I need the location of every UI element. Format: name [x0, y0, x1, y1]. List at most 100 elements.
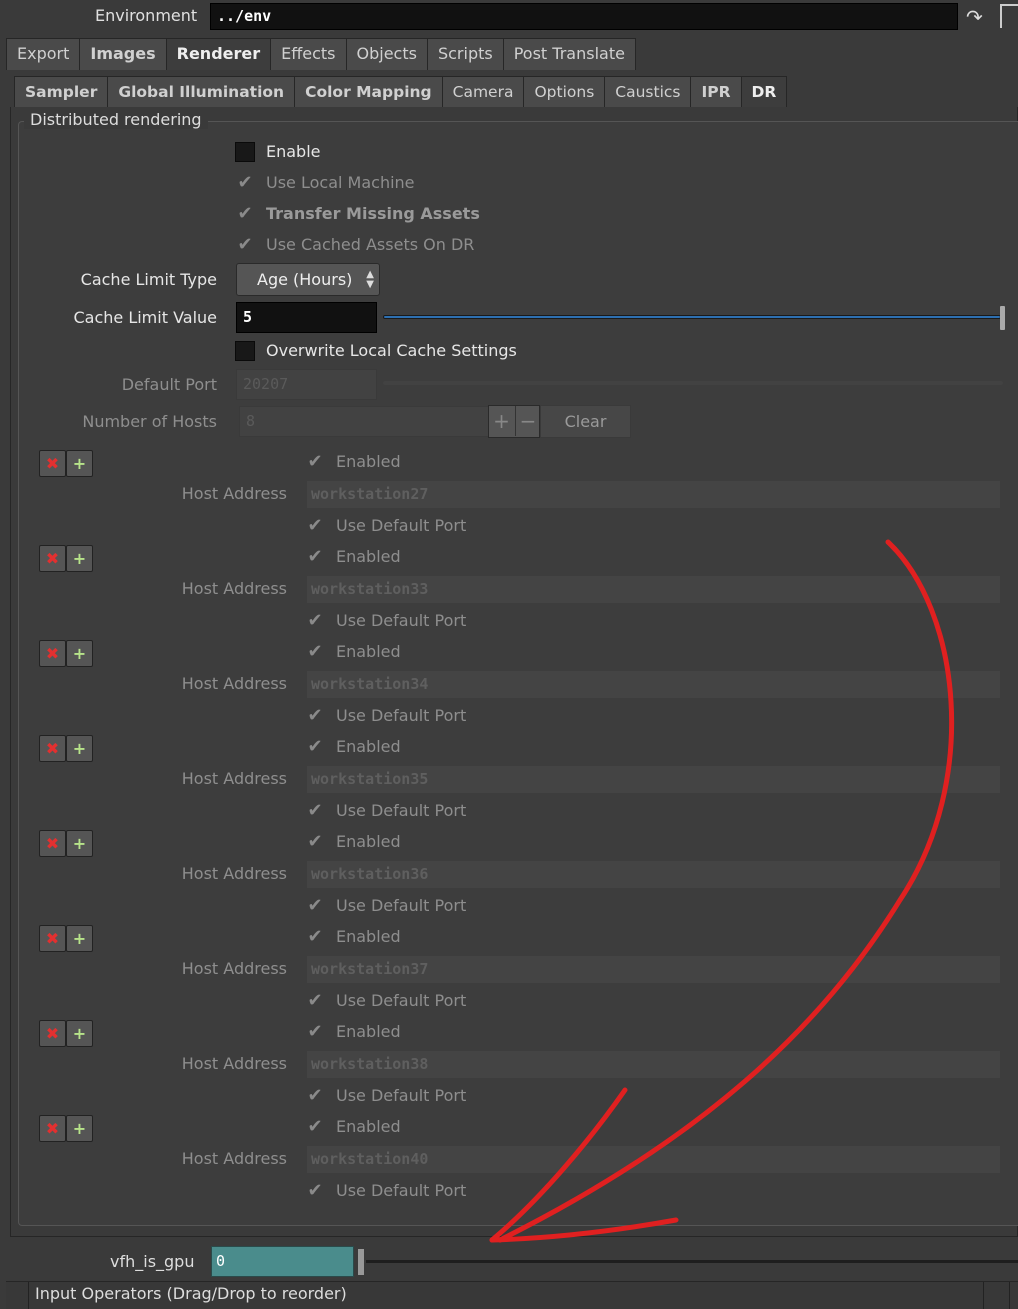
tab-sampler[interactable]: Sampler: [14, 76, 109, 108]
host-enabled-check-icon[interactable]: ✔: [305, 1022, 325, 1042]
remove-host-button[interactable]: ✖: [39, 545, 66, 572]
host-enabled-label: Enabled: [336, 927, 401, 946]
host-enabled-label: Enabled: [336, 1022, 401, 1041]
close-icon: ✖: [45, 739, 60, 758]
tab-ipr[interactable]: IPR: [690, 76, 742, 108]
jump-to-operator-icon[interactable]: ↷: [966, 5, 983, 29]
tab-global-illumination[interactable]: Global Illumination: [107, 76, 296, 108]
environment-input[interactable]: ../env: [210, 3, 958, 30]
host-enabled-label: Enabled: [336, 737, 401, 756]
host-address-field[interactable]: workstation40: [306, 1145, 1001, 1174]
host-address-field[interactable]: workstation38: [306, 1050, 1001, 1079]
insert-host-button[interactable]: +: [66, 830, 93, 857]
plus-icon[interactable]: +: [489, 406, 514, 436]
insert-host-button[interactable]: +: [66, 545, 93, 572]
insert-host-button[interactable]: +: [66, 1115, 93, 1142]
host-default-port-label: Use Default Port: [336, 1181, 467, 1200]
insert-host-button[interactable]: +: [66, 640, 93, 667]
host-address-field[interactable]: workstation27: [306, 480, 1001, 509]
host-enabled-label: Enabled: [336, 642, 401, 661]
transfer-missing-assets-label: Transfer Missing Assets: [266, 204, 480, 223]
host-enabled-check-icon[interactable]: ✔: [305, 642, 325, 662]
host-address-label: Host Address: [181, 769, 287, 788]
host-default-port-check-icon[interactable]: ✔: [305, 1086, 325, 1106]
tab-camera[interactable]: Camera: [441, 76, 525, 108]
remove-host-button[interactable]: ✖: [39, 450, 66, 477]
remove-host-button[interactable]: ✖: [39, 640, 66, 667]
minus-icon[interactable]: −: [515, 406, 540, 436]
host-default-port-check-icon[interactable]: ✔: [305, 516, 325, 536]
tab-dr[interactable]: DR: [740, 76, 788, 108]
host-address-field[interactable]: workstation34: [306, 670, 1001, 699]
status-divider: [1009, 1282, 1010, 1309]
number-of-hosts-field[interactable]: 8: [239, 406, 489, 437]
tab-images[interactable]: Images: [79, 38, 167, 70]
default-port-slider-track[interactable]: [383, 381, 1003, 385]
remove-host-button[interactable]: ✖: [39, 925, 66, 952]
default-port-field[interactable]: 20207: [236, 369, 377, 400]
enable-checkbox[interactable]: [235, 142, 255, 162]
use-local-machine-check-icon[interactable]: ✔: [235, 173, 255, 193]
host-address-field[interactable]: workstation37: [306, 955, 1001, 984]
tab-options[interactable]: Options: [523, 76, 606, 108]
host-enabled-check-icon[interactable]: ✔: [305, 452, 325, 472]
host-default-port-check-icon[interactable]: ✔: [305, 611, 325, 631]
close-icon: ✖: [45, 834, 60, 853]
host-enabled-check-icon[interactable]: ✔: [305, 547, 325, 567]
vfh-is-gpu-slider-track[interactable]: [366, 1260, 1018, 1263]
remove-host-button[interactable]: ✖: [39, 1020, 66, 1047]
host-address-field[interactable]: workstation36: [306, 860, 1001, 889]
host-enabled-label: Enabled: [336, 1117, 401, 1136]
cache-limit-slider-handle[interactable]: [1000, 306, 1005, 330]
host-default-port-check-icon[interactable]: ✔: [305, 706, 325, 726]
host-default-port-check-icon[interactable]: ✔: [305, 1181, 325, 1201]
host-default-port-label: Use Default Port: [336, 1086, 467, 1105]
host-enabled-check-icon[interactable]: ✔: [305, 832, 325, 852]
host-address-field[interactable]: workstation33: [306, 575, 1001, 604]
insert-host-button[interactable]: +: [66, 925, 93, 952]
close-icon: ✖: [45, 549, 60, 568]
tab-color-mapping[interactable]: Color Mapping: [294, 76, 443, 108]
host-enabled-check-icon[interactable]: ✔: [305, 1117, 325, 1137]
host-enabled-check-icon[interactable]: ✔: [305, 927, 325, 947]
host-default-port-check-icon[interactable]: ✔: [305, 896, 325, 916]
use-cached-assets-check-icon[interactable]: ✔: [235, 235, 255, 255]
choose-operator-icon[interactable]: [1000, 4, 1018, 28]
insert-host-button[interactable]: +: [66, 1020, 93, 1047]
dropdown-arrows-icon: ▲ ▼: [366, 269, 374, 290]
host-default-port-check-icon[interactable]: ✔: [305, 991, 325, 1011]
tab-post-translate[interactable]: Post Translate: [502, 38, 636, 70]
insert-host-button[interactable]: +: [66, 450, 93, 477]
tab-renderer[interactable]: Renderer: [165, 38, 272, 70]
host-address-label: Host Address: [181, 484, 287, 503]
remove-host-button[interactable]: ✖: [39, 1115, 66, 1142]
cache-limit-type-label: Cache Limit Type: [80, 270, 217, 289]
input-operators-label: Input Operators (Drag/Drop to reorder): [35, 1284, 347, 1303]
cache-limit-value-field[interactable]: 5: [236, 302, 377, 333]
remove-host-button[interactable]: ✖: [39, 830, 66, 857]
close-icon: ✖: [45, 1119, 60, 1138]
close-icon: ✖: [45, 454, 60, 473]
clear-hosts-button[interactable]: Clear: [540, 405, 631, 438]
insert-host-button[interactable]: +: [66, 735, 93, 762]
tab-effects[interactable]: Effects: [270, 38, 347, 70]
close-icon: ✖: [45, 1024, 60, 1043]
cache-limit-type-dropdown[interactable]: Age (Hours) ▲ ▼: [236, 263, 380, 296]
tab-objects[interactable]: Objects: [345, 38, 428, 70]
tab-scripts[interactable]: Scripts: [426, 38, 504, 70]
cache-limit-slider-track[interactable]: [383, 315, 1001, 319]
host-default-port-check-icon[interactable]: ✔: [305, 801, 325, 821]
vfh-is-gpu-field[interactable]: 0: [211, 1246, 354, 1277]
vfh-is-gpu-slider-handle[interactable]: [358, 1249, 364, 1275]
host-default-port-label: Use Default Port: [336, 896, 467, 915]
remove-host-button[interactable]: ✖: [39, 735, 66, 762]
host-address-label: Host Address: [181, 959, 287, 978]
host-default-port-label: Use Default Port: [336, 611, 467, 630]
tab-caustics[interactable]: Caustics: [604, 76, 692, 108]
host-enabled-check-icon[interactable]: ✔: [305, 737, 325, 757]
tab-export[interactable]: Export: [6, 38, 81, 70]
host-enabled-label: Enabled: [336, 832, 401, 851]
host-address-field[interactable]: workstation35: [306, 765, 1001, 794]
transfer-missing-assets-check-icon[interactable]: ✔: [235, 204, 255, 224]
overwrite-local-cache-checkbox[interactable]: [235, 341, 255, 361]
